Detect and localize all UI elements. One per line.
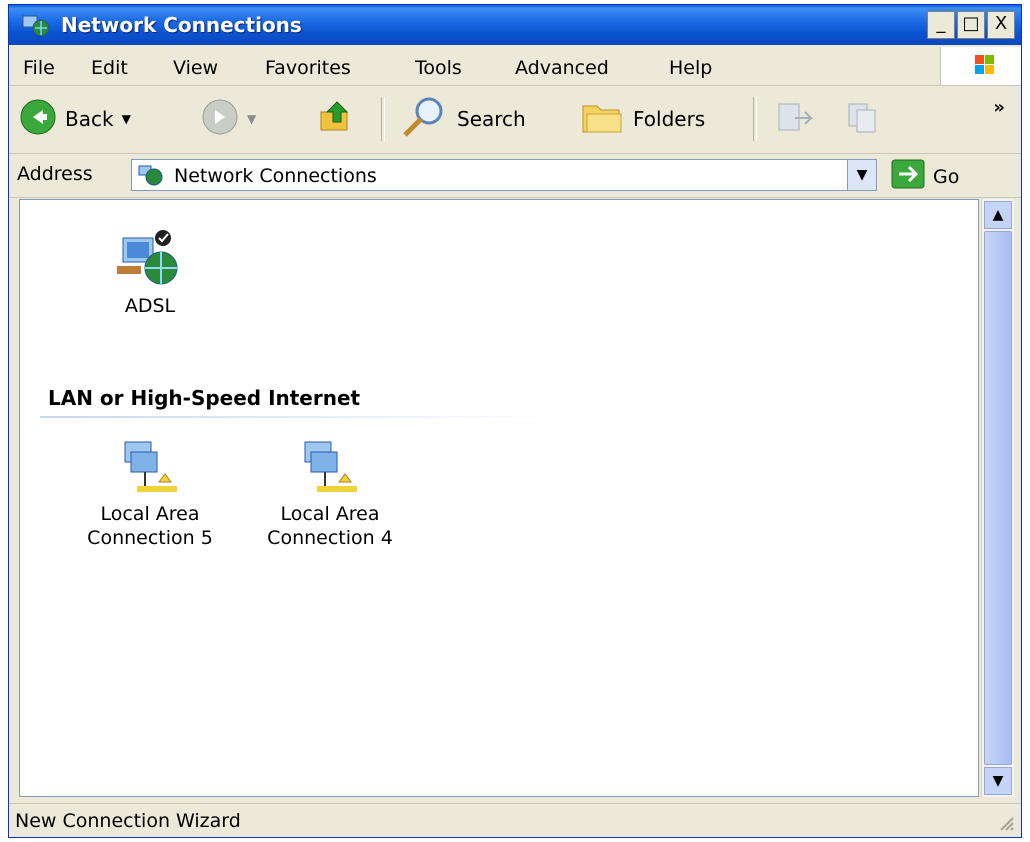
forward-dropdown-icon[interactable]: ▼	[247, 112, 256, 126]
back-label: Back	[65, 107, 114, 131]
menu-bar: File Edit View Favorites Tools Advanced …	[9, 47, 1021, 86]
scroll-up-button[interactable]: ▲	[984, 201, 1012, 229]
group-divider	[40, 416, 560, 418]
up-folder-icon	[317, 98, 355, 141]
menu-tools[interactable]: Tools	[415, 57, 462, 79]
folders-icon	[579, 98, 625, 141]
toolbar-separator	[381, 97, 385, 141]
connection-name-line1: Local Area	[280, 503, 380, 525]
forward-arrow-icon	[201, 98, 239, 141]
minimize-button[interactable]: _	[927, 11, 955, 39]
address-dropdown-icon[interactable]: ▼	[847, 160, 876, 190]
explorer-window: Network Connections _ □ X File Edit View…	[8, 4, 1022, 838]
search-icon	[397, 95, 449, 144]
move-to-icon	[775, 98, 815, 141]
forward-button[interactable]: ▼	[201, 97, 256, 141]
connection-lan-5[interactable]: Local Area Connection 5	[60, 438, 240, 550]
scroll-down-button[interactable]: ▼	[984, 767, 1012, 795]
address-input[interactable]: Network Connections ▼	[131, 159, 877, 191]
lan-connection-icon	[304, 441, 357, 492]
resize-grip-icon[interactable]	[995, 812, 1015, 832]
address-value: Network Connections	[174, 165, 377, 187]
close-button[interactable]: X	[987, 11, 1015, 39]
folders-button[interactable]: Folders	[579, 97, 705, 141]
windows-logo-icon	[940, 47, 1021, 85]
copy-to-icon	[845, 98, 885, 141]
maximize-button[interactable]: □	[957, 11, 985, 39]
connection-lan-4[interactable]: Local Area Connection 4	[240, 438, 420, 550]
address-label: Address	[17, 163, 93, 185]
go-arrow-icon	[891, 159, 925, 194]
back-dropdown-icon[interactable]: ▼	[122, 112, 131, 126]
go-label: Go	[933, 165, 960, 188]
folders-label: Folders	[633, 107, 706, 131]
copy-to-button[interactable]	[845, 97, 885, 141]
connections-view: ADSL LAN or High-Speed Internet Local Ar…	[19, 199, 979, 797]
scroll-thumb[interactable]	[984, 231, 1012, 765]
move-to-button[interactable]	[775, 97, 815, 141]
title-bar[interactable]: Network Connections _ □ X	[9, 5, 1021, 45]
menu-advanced[interactable]: Advanced	[515, 57, 609, 79]
connection-adsl[interactable]: ADSL	[60, 226, 240, 318]
connection-name: ADSL	[124, 295, 176, 317]
window-title: Network Connections	[61, 13, 302, 37]
status-text: New Connection Wizard	[15, 810, 241, 832]
go-button[interactable]: Go	[891, 159, 959, 194]
standard-toolbar: Back ▼ ▼ Search Folders »	[9, 87, 1021, 154]
address-bar: Address Network Connections ▼ Go	[9, 155, 1021, 198]
back-button[interactable]: Back ▼	[19, 97, 131, 141]
group-header-lan: LAN or High-Speed Internet	[48, 386, 361, 410]
connection-name-line2: Connection 5	[87, 527, 213, 549]
connection-name-line1: Local Area	[100, 503, 200, 525]
up-folder-button[interactable]	[317, 97, 355, 141]
lan-connection-icon	[124, 441, 177, 492]
status-bar: New Connection Wizard	[9, 803, 1021, 837]
dialup-connection-icon	[117, 230, 178, 285]
menu-view[interactable]: View	[173, 57, 218, 79]
menu-favorites[interactable]: Favorites	[265, 57, 351, 79]
menu-edit[interactable]: Edit	[91, 57, 128, 79]
network-connections-icon	[21, 12, 51, 38]
search-label: Search	[457, 107, 526, 131]
connection-name-line2: Connection 4	[267, 527, 393, 549]
toolbar-separator	[753, 97, 757, 141]
toolbar-overflow-chevron[interactable]: »	[993, 97, 1005, 118]
network-connections-icon	[138, 163, 164, 187]
menu-help[interactable]: Help	[669, 57, 712, 79]
menu-file[interactable]: File	[23, 57, 55, 79]
search-button[interactable]: Search	[397, 97, 526, 141]
vertical-scrollbar[interactable]: ▲ ▼	[981, 199, 1014, 797]
back-arrow-icon	[19, 98, 57, 141]
